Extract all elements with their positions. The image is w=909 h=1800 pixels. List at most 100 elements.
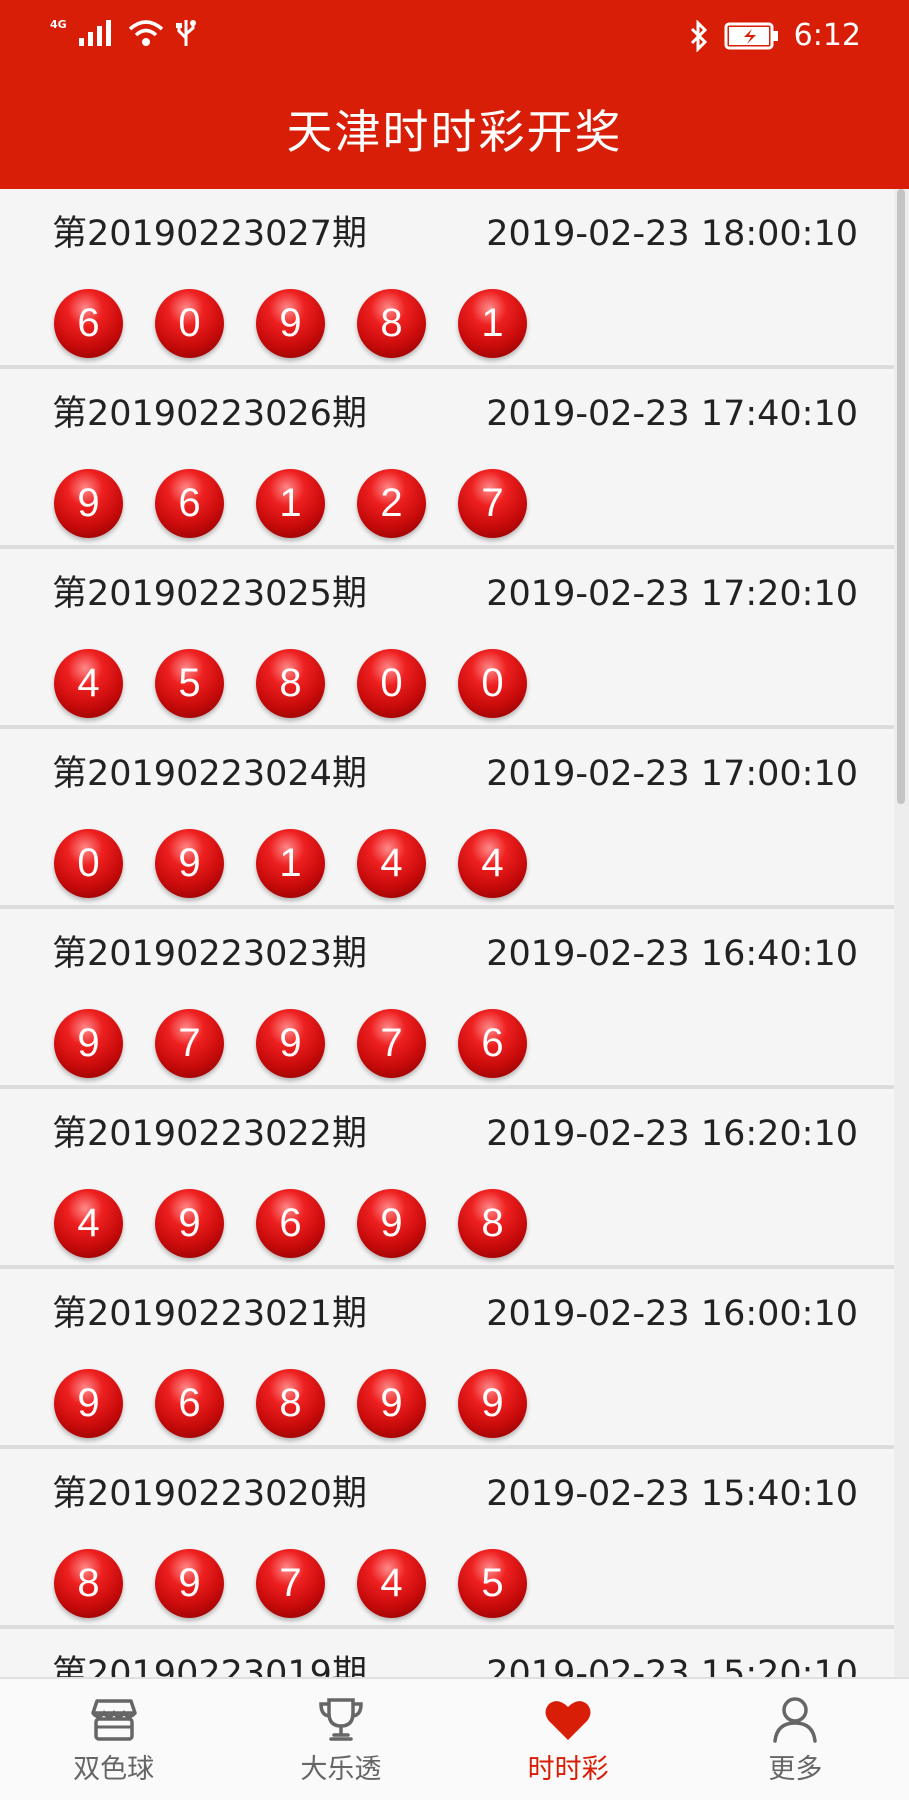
network-type: 4G [50, 18, 67, 31]
store-icon [87, 1693, 141, 1747]
draw-period: 第20190223022期 [52, 1114, 367, 1154]
number-ball: 9 [357, 1369, 426, 1438]
draw-time: 2019-02-23 18:00:10 [486, 214, 858, 254]
nav-label: 更多 [768, 1754, 823, 1785]
usb-icon [175, 20, 196, 46]
number-ball: 9 [357, 1189, 426, 1258]
trophy-icon [314, 1693, 368, 1747]
nav-item-2[interactable]: 时时彩 [455, 1679, 682, 1800]
status-bar: 4G 6:12 [0, 0, 909, 72]
heart-icon [541, 1693, 595, 1747]
draw-row[interactable]: 第20190223019期 2019-02-23 15:20:10 [0, 1629, 894, 1677]
number-ball: 1 [256, 829, 325, 898]
draw-time: 2019-02-23 15:40:10 [486, 1474, 858, 1514]
number-ball: 9 [155, 829, 224, 898]
draw-numbers: 97976 [54, 1009, 527, 1078]
draw-numbers: 89745 [54, 1549, 527, 1618]
number-ball: 0 [155, 289, 224, 358]
number-ball: 8 [256, 649, 325, 718]
nav-label: 时时彩 [527, 1754, 609, 1785]
number-ball: 0 [458, 649, 527, 718]
number-ball: 4 [458, 829, 527, 898]
number-ball: 1 [256, 469, 325, 538]
number-ball: 9 [54, 1369, 123, 1438]
number-ball: 7 [155, 1009, 224, 1078]
number-ball: 8 [256, 1369, 325, 1438]
number-ball: 4 [54, 649, 123, 718]
bottom-nav: 双色球 大乐透 时时彩 更多 [0, 1677, 909, 1800]
signal-icon [78, 20, 111, 46]
number-ball: 9 [155, 1189, 224, 1258]
draw-numbers: 49698 [54, 1189, 527, 1258]
draw-period: 第20190223024期 [52, 754, 367, 794]
draw-period: 第20190223026期 [52, 394, 367, 434]
status-left: 4G [50, 18, 197, 48]
draw-list[interactable]: 第20190223027期 2019-02-23 18:00:10 6 0 9 8 1 第20… [0, 189, 894, 1677]
number-ball: 4 [357, 1549, 426, 1618]
draw-numbers: 45800 [54, 649, 527, 718]
draw-numbers: 09144 [54, 829, 527, 898]
nav-item-0[interactable]: 双色球 [0, 1679, 227, 1800]
battery-icon [724, 22, 778, 50]
number-ball: 5 [458, 1549, 527, 1618]
number-ball: 6 [458, 1009, 527, 1078]
draw-row[interactable]: 第20190223023期 2019-02-23 16:40:10 9 7 9 7 6 [0, 909, 894, 1089]
number-ball: 7 [357, 1009, 426, 1078]
draw-period: 第20190223020期 [52, 1474, 367, 1514]
draw-row[interactable]: 第20190223020期 2019-02-23 15:40:10 8 9 7 4 5 [0, 1449, 894, 1629]
number-ball: 2 [357, 469, 426, 538]
draw-period: 第20190223021期 [52, 1294, 367, 1334]
number-ball: 5 [155, 649, 224, 718]
draw-period: 第20190223027期 [52, 214, 367, 254]
number-ball: 7 [458, 469, 527, 538]
status-right: 6:12 [688, 18, 861, 54]
number-ball: 9 [256, 289, 325, 358]
number-ball: 4 [54, 1189, 123, 1258]
app-header: 4G 6:12 天津时时彩开奖 [0, 0, 909, 189]
number-ball: 9 [256, 1009, 325, 1078]
number-ball: 8 [54, 1549, 123, 1618]
draw-numbers: 96127 [54, 469, 527, 538]
draw-time: 2019-02-23 17:20:10 [486, 574, 858, 614]
draw-time: 2019-02-23 17:00:10 [486, 754, 858, 794]
nav-label: 大乐透 [300, 1754, 382, 1785]
number-ball: 6 [54, 289, 123, 358]
person-icon [768, 1693, 822, 1747]
number-ball: 9 [54, 1009, 123, 1078]
number-ball: 6 [155, 1369, 224, 1438]
number-ball: 7 [256, 1549, 325, 1618]
number-ball: 9 [155, 1549, 224, 1618]
clock: 6:12 [793, 18, 861, 53]
nav-item-3[interactable]: 更多 [682, 1679, 909, 1800]
number-ball: 4 [357, 829, 426, 898]
wifi-icon [128, 20, 163, 46]
draw-time: 2019-02-23 16:40:10 [486, 934, 858, 974]
scrollbar[interactable] [897, 189, 905, 804]
draw-period: 第20190223019期 [52, 1654, 367, 1677]
number-ball: 6 [155, 469, 224, 538]
draw-row[interactable]: 第20190223024期 2019-02-23 17:00:10 0 9 1 4 4 [0, 729, 894, 909]
draw-row[interactable]: 第20190223021期 2019-02-23 16:00:10 9 6 8 9 9 [0, 1269, 894, 1449]
draw-row[interactable]: 第20190223025期 2019-02-23 17:20:10 4 5 8 0 0 [0, 549, 894, 729]
number-ball: 8 [458, 1189, 527, 1258]
nav-label: 双色球 [73, 1754, 155, 1785]
number-ball: 0 [357, 649, 426, 718]
bluetooth-icon [690, 20, 707, 52]
draw-numbers: 96899 [54, 1369, 527, 1438]
number-ball: 6 [256, 1189, 325, 1258]
draw-period: 第20190223023期 [52, 934, 367, 974]
page-title: 天津时时彩开奖 [286, 105, 623, 159]
number-ball: 9 [54, 469, 123, 538]
number-ball: 1 [458, 289, 527, 358]
draw-row[interactable]: 第20190223022期 2019-02-23 16:20:10 4 9 6 9 8 [0, 1089, 894, 1269]
draw-time: 2019-02-23 17:40:10 [486, 394, 858, 434]
draw-row[interactable]: 第20190223027期 2019-02-23 18:00:10 6 0 9 8 1 [0, 189, 894, 369]
draw-time: 2019-02-23 16:20:10 [486, 1114, 858, 1154]
nav-item-1[interactable]: 大乐透 [227, 1679, 454, 1800]
draw-numbers: 60981 [54, 289, 527, 358]
draw-period: 第20190223025期 [52, 574, 367, 614]
number-ball: 0 [54, 829, 123, 898]
number-ball: 8 [357, 289, 426, 358]
draw-row[interactable]: 第20190223026期 2019-02-23 17:40:10 9 6 1 2 7 [0, 369, 894, 549]
draw-time: 2019-02-23 15:20:10 [486, 1654, 858, 1677]
